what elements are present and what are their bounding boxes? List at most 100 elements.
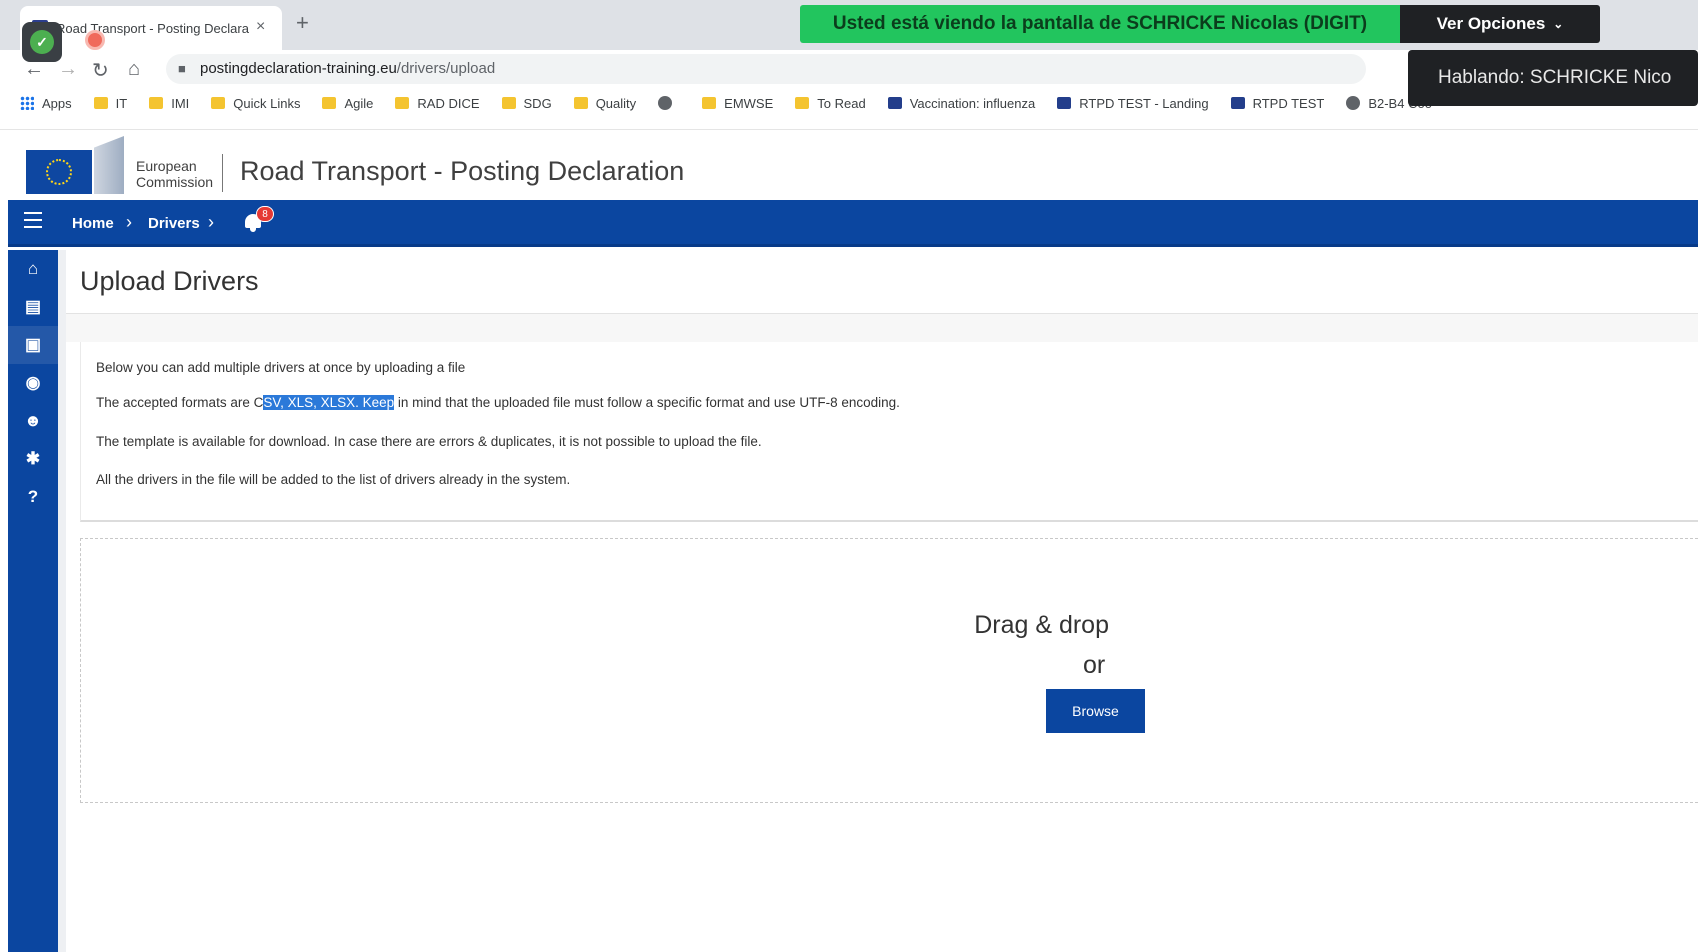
bookmark-label: Quality [595, 95, 637, 111]
view-options-button[interactable]: Ver Opciones ⌄ [1400, 5, 1600, 43]
bookmark-label: EMWSE [724, 95, 774, 111]
bookmark-item[interactable] [658, 96, 680, 110]
page-title: Upload Drivers [80, 266, 259, 296]
tab-close-icon[interactable]: × [256, 18, 265, 36]
bookmark-label: Apps [42, 95, 72, 111]
lock-icon: ■ [178, 61, 186, 76]
url-text: postingdeclaration-training.eu/drivers/u… [200, 60, 496, 77]
notification-bell-icon[interactable]: 8 [244, 206, 274, 232]
gear-icon: ✱ [25, 449, 41, 468]
bookmark-item[interactable]: Agile [322, 96, 373, 111]
breadcrumb-home[interactable]: Home [72, 215, 114, 232]
section-band [66, 314, 1698, 342]
org-name: European Commission [136, 158, 214, 190]
apps-grid-icon [20, 96, 34, 110]
instruction-line-2: The accepted formats are CSV, XLS, XLSX.… [96, 395, 900, 410]
home-icon: ⌂ [27, 259, 39, 278]
hamburger-menu-icon[interactable] [24, 212, 42, 228]
instruction-line-4: All the drivers in the file will be adde… [96, 472, 571, 487]
globe-icon [1346, 96, 1361, 110]
folder-icon [149, 97, 164, 109]
screen-share-banner: Usted está viendo la pantalla de SCHRICK… [800, 5, 1400, 43]
sidebar-item-gear[interactable]: ✱ [8, 440, 58, 478]
new-tab-icon[interactable]: + [296, 12, 309, 34]
ec-building-logo [94, 136, 124, 194]
bookmark-item[interactable]: Quick Links [211, 96, 300, 111]
bookmark-item[interactable]: IT [93, 95, 128, 111]
document-icon: ▤ [24, 297, 42, 316]
breadcrumb-drivers[interactable]: Drivers [148, 215, 200, 232]
chevron-right-icon: › [208, 212, 214, 232]
folder-icon [795, 97, 810, 109]
folder-icon [702, 97, 717, 109]
chevron-right-icon: › [126, 212, 132, 232]
bookmark-label: IMI [171, 95, 190, 111]
dropzone-or-text: or [1083, 651, 1106, 679]
folder-icon [501, 97, 516, 109]
bookmark-label: SDG [523, 95, 552, 111]
help-icon: ? [27, 487, 39, 506]
bookmark-label: RTPD TEST [1252, 95, 1325, 111]
selected-text: SV, XLS, XLSX. Keep [263, 395, 395, 410]
bookmark-item[interactable]: IMI [149, 96, 189, 111]
sidebar-item-bus[interactable]: ▣ [8, 326, 58, 364]
bookmark-item[interactable]: Quality [573, 95, 637, 111]
bookmark-item[interactable]: EMWSE [702, 96, 773, 111]
forward-arrow-icon[interactable]: → [58, 58, 78, 81]
file-dropzone[interactable]: Drag & drop or Browse [80, 538, 1698, 803]
chevron-down-icon: ⌄ [1553, 17, 1564, 31]
eu-flag-icon [1230, 97, 1245, 109]
bookmark-item[interactable]: RAD DICE [395, 95, 480, 111]
bookmark-item[interactable]: RTPD TEST - Landing [1057, 95, 1209, 111]
reload-icon[interactable]: ↻ [92, 58, 109, 83]
eu-flag-logo [26, 150, 92, 194]
sidebar-gutter [58, 250, 66, 952]
users-icon: ☻ [24, 411, 42, 430]
bookmark-item[interactable]: To Read [795, 95, 866, 111]
record-icon [85, 30, 105, 50]
bookmark-item[interactable]: Apps [20, 96, 72, 111]
bookmark-label: RTPD TEST - Landing [1079, 95, 1209, 111]
address-bar[interactable]: ■ postingdeclaration-training.eu/drivers… [166, 54, 1366, 84]
screen: Road Transport - Posting Declara × + Ust… [0, 0, 1698, 952]
speaking-indicator: Hablando: SCHRICKE Nico [1408, 50, 1698, 106]
sidebar-item-home[interactable]: ⌂ [8, 250, 58, 288]
instruction-line-1: Below you can add multiple drivers at on… [96, 360, 466, 375]
bookmark-item[interactable]: SDG [501, 95, 552, 111]
notification-badge: 8 [256, 206, 274, 222]
bookmark-label: RAD DICE [417, 95, 480, 111]
browse-button[interactable]: Browse [1046, 689, 1145, 733]
folder-icon [395, 97, 410, 109]
upload-instructions: Below you can add multiple drivers at on… [80, 342, 1698, 522]
folder-icon [93, 97, 108, 109]
header-divider [222, 154, 223, 192]
site-header: European Commission Road Transport - Pos… [0, 130, 1698, 200]
bookmark-label: To Read [817, 95, 866, 111]
sidebar: ⌂ ▤ ▣ ◉ ☻ ✱? [8, 250, 58, 952]
eu-flag-icon [887, 97, 902, 109]
folder-icon [573, 97, 588, 109]
chat-icon: ◉ [25, 373, 41, 392]
browser-tabstrip: Road Transport - Posting Declara × + Ust… [0, 0, 1698, 50]
bookmark-item[interactable]: Vaccination: influenza [887, 95, 1036, 111]
sidebar-item-document[interactable]: ▤ [8, 288, 58, 326]
bookmark-label: IT [115, 95, 128, 111]
bookmark-label: Agile [344, 95, 374, 111]
home-browser-icon[interactable]: ⌂ [128, 58, 140, 81]
dropzone-drag-text: Drag & drop [974, 611, 1109, 639]
bookmark-item[interactable]: RTPD TEST [1230, 95, 1325, 111]
globe-icon [658, 96, 673, 110]
sidebar-item-help[interactable]: ? [8, 478, 58, 516]
bus-icon: ▣ [24, 335, 42, 354]
instruction-line-3: The template is available for download. … [96, 434, 762, 449]
bookmark-label: Vaccination: influenza [909, 95, 1036, 111]
top-nav: Home › Drivers › 8 [8, 200, 1698, 247]
shield-icon[interactable]: ✓ [22, 22, 62, 62]
site-title: Road Transport - Posting Declaration [240, 156, 685, 186]
view-options-label: Ver Opciones [1436, 14, 1546, 33]
bookmark-label: Quick Links [233, 95, 301, 111]
sidebar-item-chat[interactable]: ◉ [8, 364, 58, 402]
bookmarks-bar: Apps IT IMI Quick Links Agile RAD DICE SDG Qual… [20, 90, 1454, 116]
sidebar-item-users[interactable]: ☻ [8, 402, 58, 440]
folder-icon [211, 97, 226, 109]
